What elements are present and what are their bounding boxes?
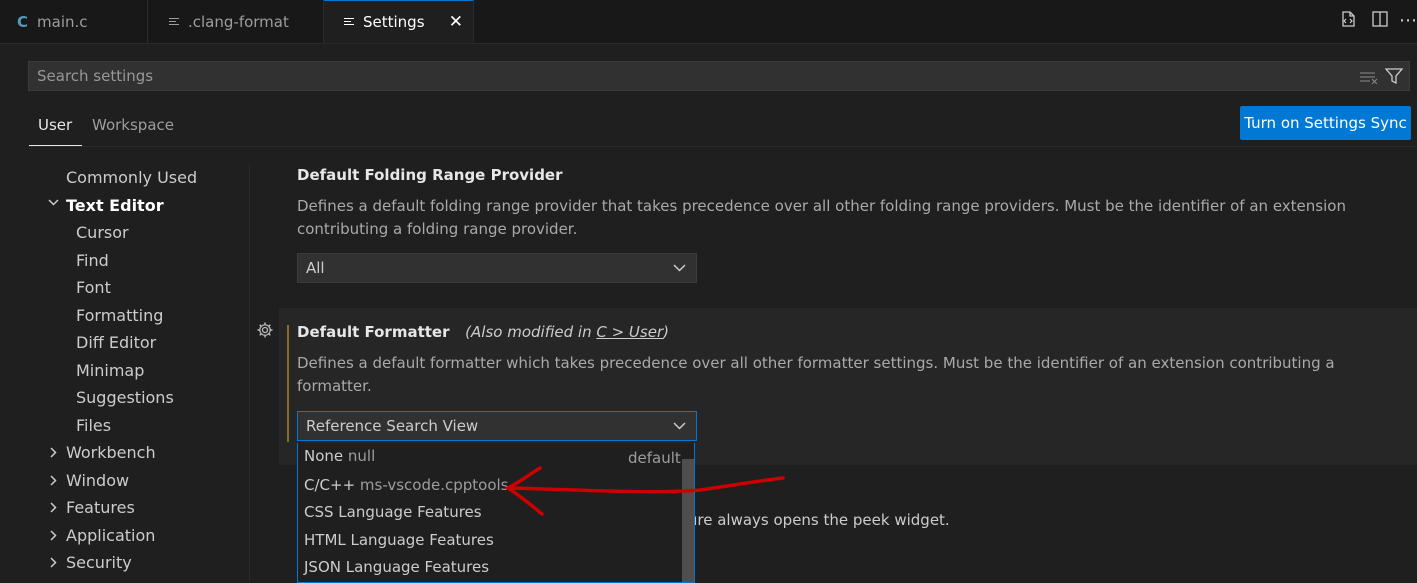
chevron-down-icon xyxy=(673,254,686,292)
turn-on-settings-sync-button[interactable]: Turn on Settings Sync xyxy=(1240,106,1411,140)
folding-provider-select[interactable]: All xyxy=(297,253,697,283)
search-box xyxy=(28,61,1410,91)
tab-clang-format[interactable]: .clang-format xyxy=(148,0,324,43)
modified-note: (Also modified in C > User) xyxy=(465,323,669,341)
close-icon[interactable]: ✕ xyxy=(449,12,463,32)
toc-security[interactable]: Security xyxy=(66,553,132,572)
open-settings-json-icon[interactable] xyxy=(1337,10,1359,32)
chevron-right-icon[interactable] xyxy=(48,474,58,491)
chevron-down-icon[interactable] xyxy=(47,196,60,213)
toc-font[interactable]: Font xyxy=(76,278,111,297)
tab-label: main.c xyxy=(37,12,88,31)
chevron-right-icon[interactable] xyxy=(48,446,58,463)
tab-label: Settings xyxy=(363,12,425,31)
filter-icon[interactable] xyxy=(1384,68,1404,89)
c-file-icon: C xyxy=(17,12,29,31)
toc-suggestions[interactable]: Suggestions xyxy=(76,388,174,407)
toc-divider xyxy=(249,165,250,581)
option-html[interactable]: HTML Language Features xyxy=(304,531,494,549)
toc-find[interactable]: Find xyxy=(76,251,109,270)
default-formatter-select[interactable]: Reference Search View xyxy=(297,411,697,441)
select-value: All xyxy=(306,259,325,277)
setting-title-folding: Default Folding Range Provider xyxy=(297,166,563,184)
split-editor-icon[interactable] xyxy=(1369,10,1391,32)
modified-indicator xyxy=(287,325,289,442)
more-actions-icon[interactable]: ⋯ xyxy=(1399,10,1417,32)
gear-icon[interactable] xyxy=(256,321,276,341)
tab-settings[interactable]: Settings ✕ xyxy=(324,0,474,43)
toc-workbench[interactable]: Workbench xyxy=(66,443,156,462)
toc-files[interactable]: Files xyxy=(76,416,111,435)
option-json[interactable]: JSON Language Features xyxy=(304,558,489,576)
toc-formatting[interactable]: Formatting xyxy=(76,306,163,325)
tab-user[interactable]: User xyxy=(38,116,72,134)
tab-label: .clang-format xyxy=(188,12,289,31)
formatter-title: Default Formatter xyxy=(297,323,450,341)
select-value: Reference Search View xyxy=(306,417,479,435)
lines-file-icon xyxy=(344,17,354,27)
search-input[interactable] xyxy=(37,62,1337,90)
option-css[interactable]: CSS Language Features xyxy=(304,503,482,521)
tab-main-c[interactable]: C main.c xyxy=(0,0,148,43)
toc-cursor[interactable]: Cursor xyxy=(76,223,129,242)
toc-commonly-used[interactable]: Commonly Used xyxy=(66,168,197,187)
toc-application[interactable]: Application xyxy=(66,526,155,545)
chevron-right-icon[interactable] xyxy=(48,501,58,518)
chevron-right-icon[interactable] xyxy=(48,556,58,573)
toc-minimap[interactable]: Minimap xyxy=(76,361,144,380)
toc-window[interactable]: Window xyxy=(66,471,129,490)
option-cpp[interactable]: C/C++ ms-vscode.cpptools xyxy=(304,476,509,494)
toc-text-editor[interactable]: Text Editor xyxy=(66,196,164,215)
modified-in-link[interactable]: C > User xyxy=(596,323,663,341)
setting-title-formatter: Default Formatter (Also modified in C > … xyxy=(297,323,669,341)
header-divider xyxy=(28,146,1417,147)
clear-filter-icon[interactable] xyxy=(1359,69,1379,88)
tab-workspace[interactable]: Workspace xyxy=(92,116,174,134)
toc-diff-editor[interactable]: Diff Editor xyxy=(76,333,156,352)
toc-features[interactable]: Features xyxy=(66,498,135,517)
chevron-right-icon[interactable] xyxy=(48,529,58,546)
lines-file-icon xyxy=(169,17,179,27)
red-arrow-annotation xyxy=(504,466,785,516)
tab-bar: C main.c .clang-format Settings ✕ ⋯ xyxy=(0,0,1417,44)
setting-description-folding: Defines a default folding range provider… xyxy=(297,197,1346,238)
option-none[interactable]: None null xyxy=(304,447,375,465)
setting-description-formatter: Defines a default formatter which takes … xyxy=(297,354,1335,395)
